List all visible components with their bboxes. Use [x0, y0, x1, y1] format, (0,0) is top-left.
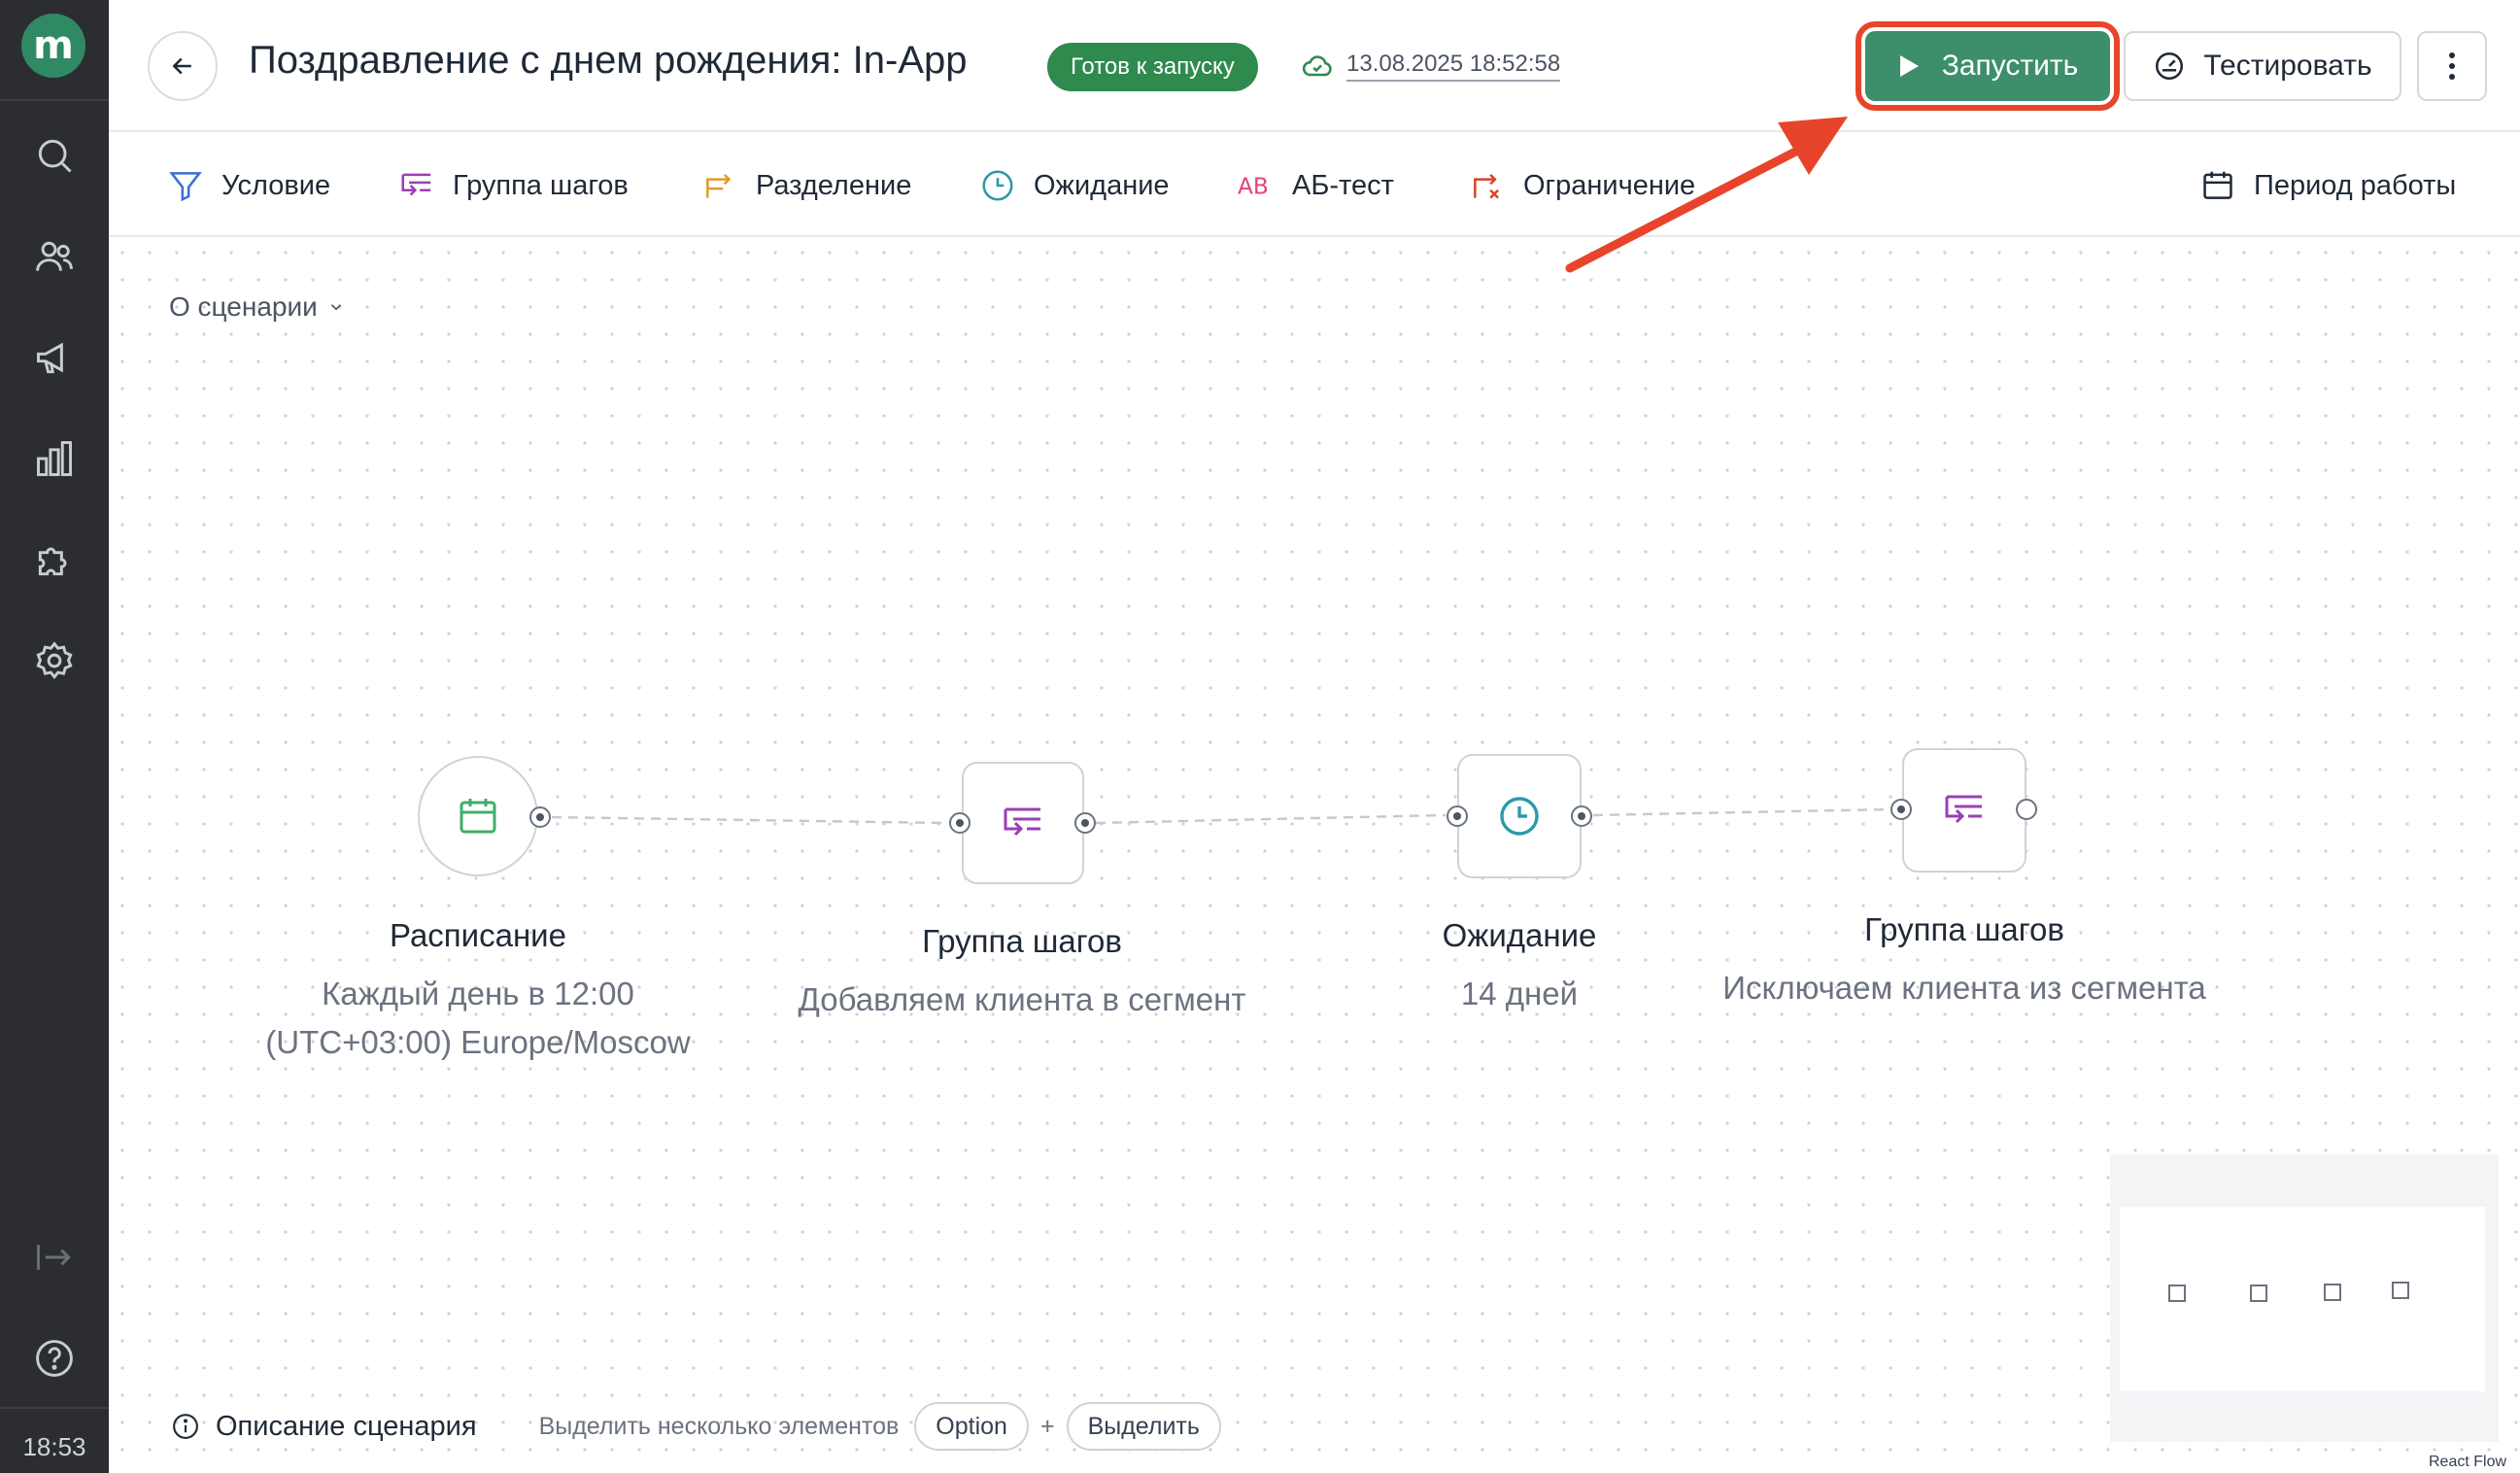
key-option: Option: [914, 1402, 1029, 1451]
react-flow-attribution[interactable]: React Flow: [2429, 1454, 2506, 1471]
tool-label: Ограничение: [1523, 169, 1696, 201]
info-icon: [173, 1414, 198, 1439]
tool-step-group[interactable]: Группа шагов: [398, 161, 629, 210]
clock-time: 18:53: [22, 1432, 86, 1461]
minimap-node: [2250, 1285, 2267, 1302]
tool-label: Группа шагов: [453, 169, 629, 201]
node-step-group-add-subtitle: Добавляем клиента в сегмент: [798, 981, 1246, 1017]
clock-icon: [982, 170, 1013, 201]
launch-label: Запустить: [1941, 50, 2079, 82]
node-toolbar: Условие Группа шагов Разделение Ожидание…: [109, 134, 2520, 237]
limit-icon: [1474, 174, 1499, 199]
node-wait[interactable]: [1457, 754, 1582, 878]
filter-icon: [169, 172, 202, 202]
node-step-group-exclude-subtitle: Исключаем клиента из сегмента: [1722, 970, 2206, 1006]
status-badge: Готов к запуску: [1047, 43, 1258, 91]
sidebar-bottom-divider: [0, 1407, 109, 1409]
node-wait-title: Ожидание: [1442, 917, 1597, 953]
play-icon: [1899, 55, 1919, 77]
search-icon[interactable]: [31, 132, 78, 179]
description-label: Описание сценария: [216, 1410, 477, 1442]
node-step-group-add-title: Группа шагов: [922, 923, 1122, 959]
steps-icon: [401, 173, 431, 196]
node-step-group-add-input-handle[interactable]: [949, 812, 971, 834]
arrow-left-icon: [172, 57, 191, 75]
minimap-node: [2168, 1285, 2186, 1302]
tool-label: Разделение: [756, 169, 912, 201]
launch-button[interactable]: Запустить: [1856, 21, 2120, 111]
back-button[interactable]: [148, 31, 218, 101]
save-state[interactable]: 13.08.2025 18:52:58: [1300, 49, 1561, 84]
node-schedule-output-handle[interactable]: [529, 806, 551, 828]
tool-condition[interactable]: Условие: [167, 161, 330, 210]
bottom-bar: Описание сценария Выделить несколько эле…: [171, 1399, 1221, 1454]
node-step-group-exclude-title: Группа шагов: [1864, 911, 2064, 947]
node-schedule[interactable]: [418, 756, 538, 876]
cloud-check-icon: [1302, 55, 1332, 77]
chart-icon[interactable]: [31, 435, 78, 482]
node-schedule-title: Расписание: [390, 917, 566, 953]
key-plus: +: [1039, 1412, 1055, 1440]
sidebar: m 18:53: [0, 0, 109, 1473]
node-step-group-add-output-handle[interactable]: [1074, 812, 1096, 834]
help-icon[interactable]: [31, 1335, 78, 1382]
node-step-group-exclude-output-handle[interactable]: [2016, 799, 2037, 820]
node-wait-output-handle[interactable]: [1571, 805, 1592, 827]
test-button[interactable]: Тестировать: [2124, 31, 2401, 101]
key-select: Выделить: [1066, 1402, 1221, 1451]
collapse-icon[interactable]: [31, 1234, 78, 1281]
users-icon[interactable]: [31, 233, 78, 280]
node-step-group-exclude[interactable]: [1902, 748, 2026, 873]
steps-icon: [1945, 795, 1982, 824]
puzzle-icon[interactable]: [31, 536, 78, 583]
about-scenario-toggle[interactable]: О сценарии: [169, 291, 345, 323]
page-title: Поздравление с днем рождения: In-App: [249, 39, 968, 82]
node-step-group-exclude-input-handle[interactable]: [1890, 799, 1912, 820]
header: Поздравление с днем рождения: In-App Гот…: [109, 0, 2520, 132]
saved-timestamp: 13.08.2025 18:52:58: [1346, 51, 1561, 82]
logo-letter: m: [33, 23, 74, 68]
split-icon: [706, 174, 732, 198]
chevron-down-icon: [330, 304, 341, 311]
node-schedule-subtitle-2: (UTC+03:00) Europe/Moscow: [265, 1024, 691, 1060]
tool-label: АБ-тест: [1292, 169, 1394, 201]
app-logo[interactable]: m: [21, 14, 85, 78]
tool-working-period[interactable]: Период работы: [2199, 161, 2456, 210]
megaphone-icon[interactable]: [31, 334, 78, 381]
node-schedule-subtitle-1: Каждый день в 12:00: [322, 976, 634, 1011]
tool-label: Период работы: [2254, 169, 2457, 201]
node-step-group-add[interactable]: [962, 762, 1084, 884]
tool-split[interactable]: Разделение: [701, 161, 911, 210]
about-label: О сценарии: [169, 291, 318, 322]
more-vertical-icon: [2449, 52, 2455, 80]
calendar-icon: [2203, 171, 2232, 199]
svg-text:AB: AB: [1238, 173, 1269, 199]
ab-icon: AB: [1238, 173, 1269, 199]
minimap-node: [2324, 1284, 2341, 1301]
tool-ab-test[interactable]: AB АБ-тест: [1238, 161, 1394, 210]
sidebar-divider: [0, 99, 109, 101]
node-wait-subtitle: 14 дней: [1460, 976, 1579, 1011]
node-wait-input-handle[interactable]: [1447, 805, 1468, 827]
gauge-icon: [2156, 51, 2184, 81]
more-options-button[interactable]: [2417, 31, 2487, 101]
clock-icon: [1500, 797, 1539, 836]
test-label: Тестировать: [2203, 50, 2372, 82]
tool-limit[interactable]: Ограничение: [1469, 161, 1695, 210]
tool-wait[interactable]: Ожидание: [979, 161, 1170, 210]
calendar-icon: [460, 799, 496, 834]
gear-icon[interactable]: [31, 637, 78, 684]
scenario-description-link[interactable]: Описание сценария: [171, 1411, 477, 1443]
multiselect-hint: Выделить несколько элементов: [538, 1412, 900, 1440]
tool-label: Условие: [221, 169, 331, 201]
tool-label: Ожидание: [1034, 169, 1170, 201]
minimap-node: [2392, 1282, 2409, 1299]
steps-icon: [1004, 807, 1040, 837]
